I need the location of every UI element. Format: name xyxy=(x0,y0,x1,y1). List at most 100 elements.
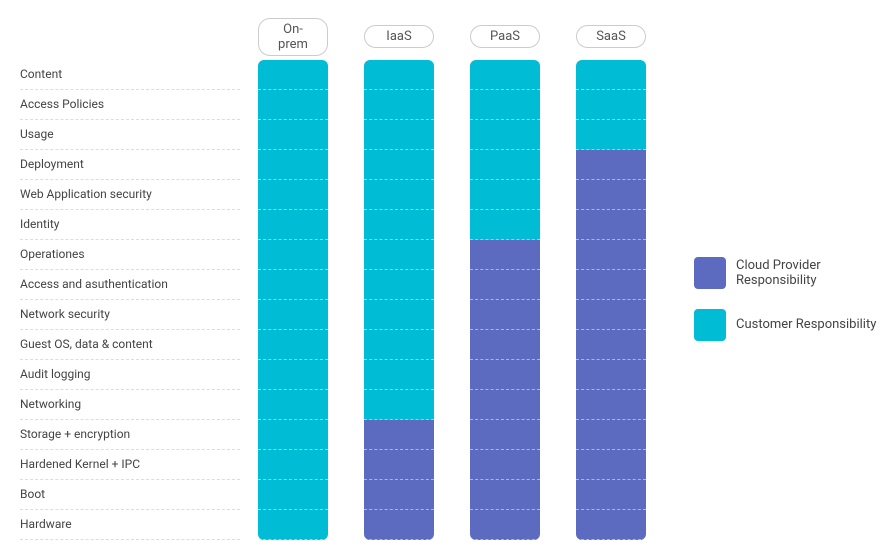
row-labels-col: ContentAccess PoliciesUsageDeploymentWeb… xyxy=(20,60,240,540)
table-cell xyxy=(364,360,434,390)
row-label: Deployment xyxy=(20,150,240,180)
table-cell xyxy=(470,330,540,360)
table-cell xyxy=(258,150,328,180)
table-cell xyxy=(470,120,540,150)
table-cell xyxy=(364,390,434,420)
table-cell xyxy=(576,60,646,90)
table-cell xyxy=(470,360,540,390)
table-cell xyxy=(364,210,434,240)
row-label: Access Policies xyxy=(20,90,240,120)
col-header-onprem: On-prem xyxy=(258,18,328,56)
table-cell xyxy=(364,450,434,480)
column-onprem xyxy=(258,60,328,540)
table-cell xyxy=(364,330,434,360)
table-cell xyxy=(576,90,646,120)
table-cell xyxy=(576,360,646,390)
legend-item: Customer Responsibility xyxy=(694,309,880,341)
col-header-paas: PaaS xyxy=(470,25,540,48)
table-cell xyxy=(470,510,540,540)
table-cell xyxy=(258,60,328,90)
table-cell xyxy=(470,90,540,120)
table-cell xyxy=(258,90,328,120)
table-cell xyxy=(576,300,646,330)
row-label: Guest OS, data & content xyxy=(20,330,240,360)
chart-container: On-prem IaaS PaaS SaaS ContentAccess Policie… xyxy=(10,0,870,560)
row-label: Audit logging xyxy=(20,360,240,390)
table-cell xyxy=(470,420,540,450)
table-cell xyxy=(470,180,540,210)
row-label: Boot xyxy=(20,480,240,510)
row-label: Network security xyxy=(20,300,240,330)
column-saas xyxy=(576,60,646,540)
table-cell xyxy=(258,300,328,330)
row-label: Hardware xyxy=(20,510,240,540)
legend-swatch xyxy=(694,309,726,341)
table-cell xyxy=(364,180,434,210)
row-label: Storage + encryption xyxy=(20,420,240,450)
legend-area: Cloud Provider Responsibility Customer Re… xyxy=(694,18,880,540)
table-cell xyxy=(576,270,646,300)
table-cell xyxy=(258,120,328,150)
row-label: Identity xyxy=(20,210,240,240)
table-cell xyxy=(364,270,434,300)
table-cell xyxy=(364,510,434,540)
table-cell xyxy=(258,420,328,450)
table-cell xyxy=(364,90,434,120)
table-cell xyxy=(470,60,540,90)
table-cell xyxy=(258,330,328,360)
row-label: Web Application security xyxy=(20,180,240,210)
col-header-saas: SaaS xyxy=(576,25,646,48)
legend-label: Cloud Provider Responsibility xyxy=(736,258,880,288)
table-cell xyxy=(576,450,646,480)
row-label: Networking xyxy=(20,390,240,420)
table-cell xyxy=(576,510,646,540)
row-label: Usage xyxy=(20,120,240,150)
table-cell xyxy=(576,180,646,210)
table-cell xyxy=(470,390,540,420)
table-cell xyxy=(258,180,328,210)
table-cell xyxy=(258,360,328,390)
table-cell xyxy=(470,450,540,480)
body-area: ContentAccess PoliciesUsageDeploymentWeb… xyxy=(20,60,664,540)
column-iaas xyxy=(364,60,434,540)
table-cell xyxy=(258,510,328,540)
legend-label: Customer Responsibility xyxy=(736,317,876,332)
table-cell xyxy=(576,120,646,150)
table-cell xyxy=(258,270,328,300)
table-cell xyxy=(470,480,540,510)
table-cell xyxy=(364,120,434,150)
column-paas xyxy=(470,60,540,540)
table-cell xyxy=(576,240,646,270)
table-cell xyxy=(470,240,540,270)
table-cell xyxy=(576,330,646,360)
legend-item: Cloud Provider Responsibility xyxy=(694,257,880,289)
table-cell xyxy=(258,480,328,510)
table-cell xyxy=(576,210,646,240)
table-cell xyxy=(258,240,328,270)
table-cell xyxy=(470,210,540,240)
table-cell xyxy=(576,480,646,510)
table-cell xyxy=(470,300,540,330)
row-label: Hardened Kernel + IPC xyxy=(20,450,240,480)
row-label: Content xyxy=(20,60,240,90)
table-cell xyxy=(470,270,540,300)
table-cell xyxy=(364,150,434,180)
table-cell xyxy=(576,150,646,180)
row-label: Access and asuthentication xyxy=(20,270,240,300)
legend-swatch xyxy=(694,257,726,289)
row-label: Operationes xyxy=(20,240,240,270)
header-row: On-prem IaaS PaaS SaaS xyxy=(20,18,664,56)
table-cell xyxy=(364,420,434,450)
table-cell xyxy=(258,390,328,420)
table-cell xyxy=(576,420,646,450)
columns-area xyxy=(240,60,664,540)
table-cell xyxy=(470,150,540,180)
table-cell xyxy=(576,390,646,420)
table-cell xyxy=(364,60,434,90)
table-cell xyxy=(364,300,434,330)
table-cell xyxy=(364,240,434,270)
col-header-iaas: IaaS xyxy=(364,25,434,48)
table-cell xyxy=(258,210,328,240)
table-cell xyxy=(258,450,328,480)
table-cell xyxy=(364,480,434,510)
